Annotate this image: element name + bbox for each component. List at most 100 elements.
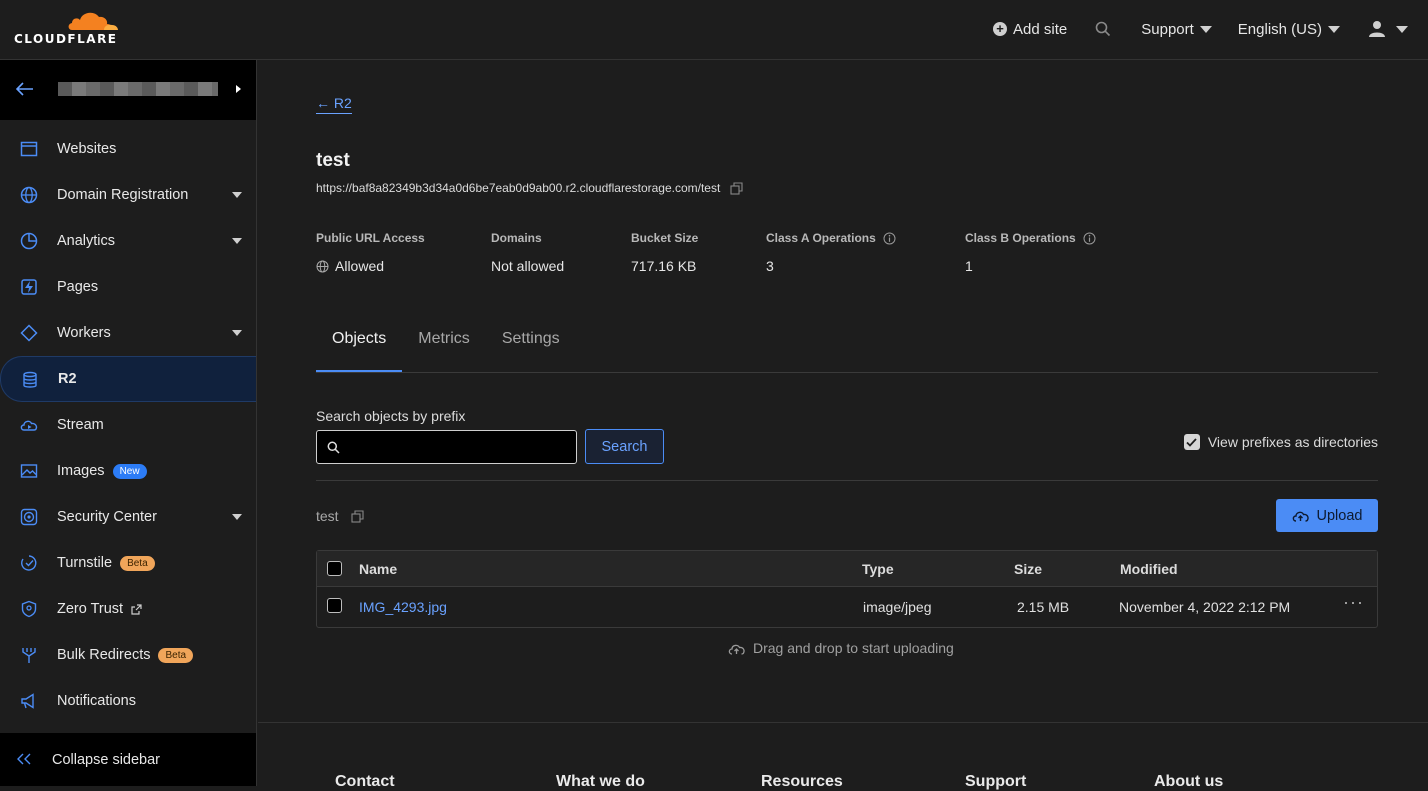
- stat-value-row: Allowed: [316, 258, 425, 274]
- sidebar-item-bulk-redirects[interactable]: Bulk Redirects Beta: [0, 632, 256, 678]
- object-modified: November 4, 2022 2:12 PM: [1119, 599, 1291, 615]
- stat-value: 3: [766, 258, 774, 274]
- column-header-modified[interactable]: Modified: [1120, 561, 1178, 577]
- search-icon: [327, 441, 340, 454]
- copy-icon[interactable]: [730, 181, 743, 195]
- tab-metrics[interactable]: Metrics: [402, 330, 486, 372]
- search-label: Search objects by prefix: [316, 408, 466, 424]
- account-switcher[interactable]: [0, 60, 256, 120]
- footer-heading-resources: Resources: [761, 773, 843, 790]
- bucket-url: https://baf8a82349b3d34a0d6be7eab0d9ab00…: [316, 181, 743, 195]
- user-icon: [1369, 21, 1385, 37]
- search-icon: [1095, 21, 1111, 37]
- sidebar-item-workers[interactable]: Workers: [0, 310, 256, 356]
- sidebar-item-images[interactable]: Images New: [0, 448, 256, 494]
- sidebar-item-pages[interactable]: Pages: [0, 264, 256, 310]
- upload-button[interactable]: Upload: [1276, 499, 1378, 532]
- objects-table: Name Type Size Modified IMG_4293.jpg ima…: [316, 550, 1378, 628]
- tab-settings[interactable]: Settings: [486, 330, 576, 372]
- sidebar-item-analytics[interactable]: Analytics: [0, 218, 256, 264]
- diamond-icon: [20, 324, 38, 342]
- back-to-r2-link[interactable]: ← R2: [316, 95, 352, 114]
- footer: Contact What we do Resources Support Abo…: [258, 722, 1428, 790]
- chevron-down-icon: [1396, 25, 1408, 33]
- stat-value: Not allowed: [491, 258, 565, 274]
- upload-label: Upload: [1316, 507, 1363, 524]
- sidebar-item-security-center[interactable]: Security Center: [0, 494, 256, 540]
- sidebar-item-notifications[interactable]: Notifications: [0, 678, 256, 724]
- pie-chart-icon: [20, 232, 38, 250]
- top-bar: CLOUDFLARE + Add site Support English (U…: [0, 0, 1428, 60]
- chevron-down-icon[interactable]: [232, 192, 242, 198]
- select-all-checkbox[interactable]: [327, 561, 342, 576]
- chevron-down-icon: [1199, 25, 1212, 33]
- sidebar-item-label: Zero Trust: [57, 601, 124, 617]
- search-input[interactable]: [316, 430, 577, 464]
- column-header-name[interactable]: Name: [359, 561, 397, 577]
- sidebar-item-r2[interactable]: R2: [0, 356, 256, 402]
- object-type: image/jpeg: [863, 599, 932, 615]
- object-name-link[interactable]: IMG_4293.jpg: [359, 599, 447, 615]
- footer-heading-about-us: About us: [1154, 773, 1224, 790]
- view-prefixes-toggle[interactable]: View prefixes as directories: [1183, 434, 1378, 450]
- stat-class-b-operations: Class B Operations 1: [965, 231, 1096, 274]
- search-button[interactable]: Search: [585, 429, 664, 464]
- arrow-left-icon: ←: [316, 95, 330, 111]
- row-checkbox[interactable]: [327, 598, 342, 613]
- support-menu[interactable]: Support: [1141, 21, 1212, 38]
- stat-label: Class A Operations: [766, 231, 876, 245]
- sidebar-item-zero-trust[interactable]: Zero Trust: [0, 586, 256, 632]
- database-icon: [23, 371, 37, 388]
- view-prefixes-label: View prefixes as directories: [1207, 434, 1378, 450]
- stat-label: Public URL Access: [316, 231, 425, 245]
- sidebar-item-stream[interactable]: Stream: [0, 402, 256, 448]
- sidebar-item-label: Analytics: [57, 233, 116, 249]
- dropzone-label: Drag and drop to start uploading: [753, 640, 954, 656]
- new-badge: New: [112, 463, 147, 479]
- tab-objects[interactable]: Objects: [316, 330, 403, 372]
- chevron-down-icon[interactable]: [232, 238, 242, 244]
- globe-icon: [316, 260, 329, 272]
- bucket-url-text: https://baf8a82349b3d34a0d6be7eab0d9ab00…: [316, 181, 721, 195]
- sidebar-item-turnstile[interactable]: Turnstile Beta: [0, 540, 256, 586]
- column-header-size[interactable]: Size: [1014, 561, 1042, 577]
- info-icon[interactable]: [1083, 232, 1096, 245]
- info-icon[interactable]: [883, 232, 896, 245]
- chevron-down-icon[interactable]: [232, 514, 242, 520]
- collapse-sidebar-button[interactable]: Collapse sidebar: [0, 733, 256, 786]
- cloudflare-logo[interactable]: CLOUDFLARE: [12, 8, 122, 48]
- sidebar-item-domain-registration[interactable]: Domain Registration: [0, 172, 256, 218]
- bucket-tabs: Objects Metrics Settings: [316, 330, 1378, 373]
- beta-badge: Beta: [158, 647, 194, 663]
- megaphone-icon: [21, 693, 34, 709]
- search-button[interactable]: [1095, 21, 1111, 37]
- stat-label: Class B Operations: [965, 231, 1076, 245]
- sidebar-item-websites[interactable]: Websites: [0, 126, 256, 172]
- sidebar-item-label: Bulk Redirects: [57, 647, 151, 663]
- cloud-play-icon: [20, 420, 38, 431]
- support-label: Support: [1141, 20, 1194, 38]
- stat-label: Domains: [491, 231, 542, 245]
- stat-value: 717.16 KB: [631, 258, 697, 274]
- stat-value: Allowed: [335, 258, 385, 274]
- cloud-upload-icon: [1292, 511, 1309, 522]
- sidebar: Websites Domain Registration Analytics P…: [0, 60, 257, 786]
- dropzone-hint[interactable]: Drag and drop to start uploading: [728, 640, 954, 656]
- user-menu[interactable]: [1368, 20, 1408, 38]
- checkbox-checked[interactable]: [1183, 434, 1200, 450]
- add-site-button[interactable]: + Add site: [993, 21, 1067, 38]
- footer-heading-what-we-do: What we do: [556, 773, 645, 790]
- chevron-down-icon[interactable]: [232, 330, 242, 336]
- column-header-type[interactable]: Type: [862, 561, 894, 577]
- main-content: ← R2 test https://baf8a82349b3d34a0d6be7…: [258, 60, 1428, 790]
- sidebar-item-label: R2: [58, 371, 77, 387]
- copy-icon[interactable]: [351, 509, 364, 523]
- arrow-left-icon[interactable]: [16, 82, 34, 96]
- stat-label: Bucket Size: [631, 231, 699, 245]
- turnstile-icon: [21, 555, 37, 571]
- language-menu[interactable]: English (US): [1238, 21, 1340, 38]
- sidebar-item-label: Pages: [57, 279, 99, 295]
- stat-bucket-size: Bucket Size 717.16 KB: [631, 231, 698, 274]
- sidebar-item-label: Workers: [57, 325, 111, 341]
- more-actions-icon[interactable]: ···: [1343, 592, 1364, 613]
